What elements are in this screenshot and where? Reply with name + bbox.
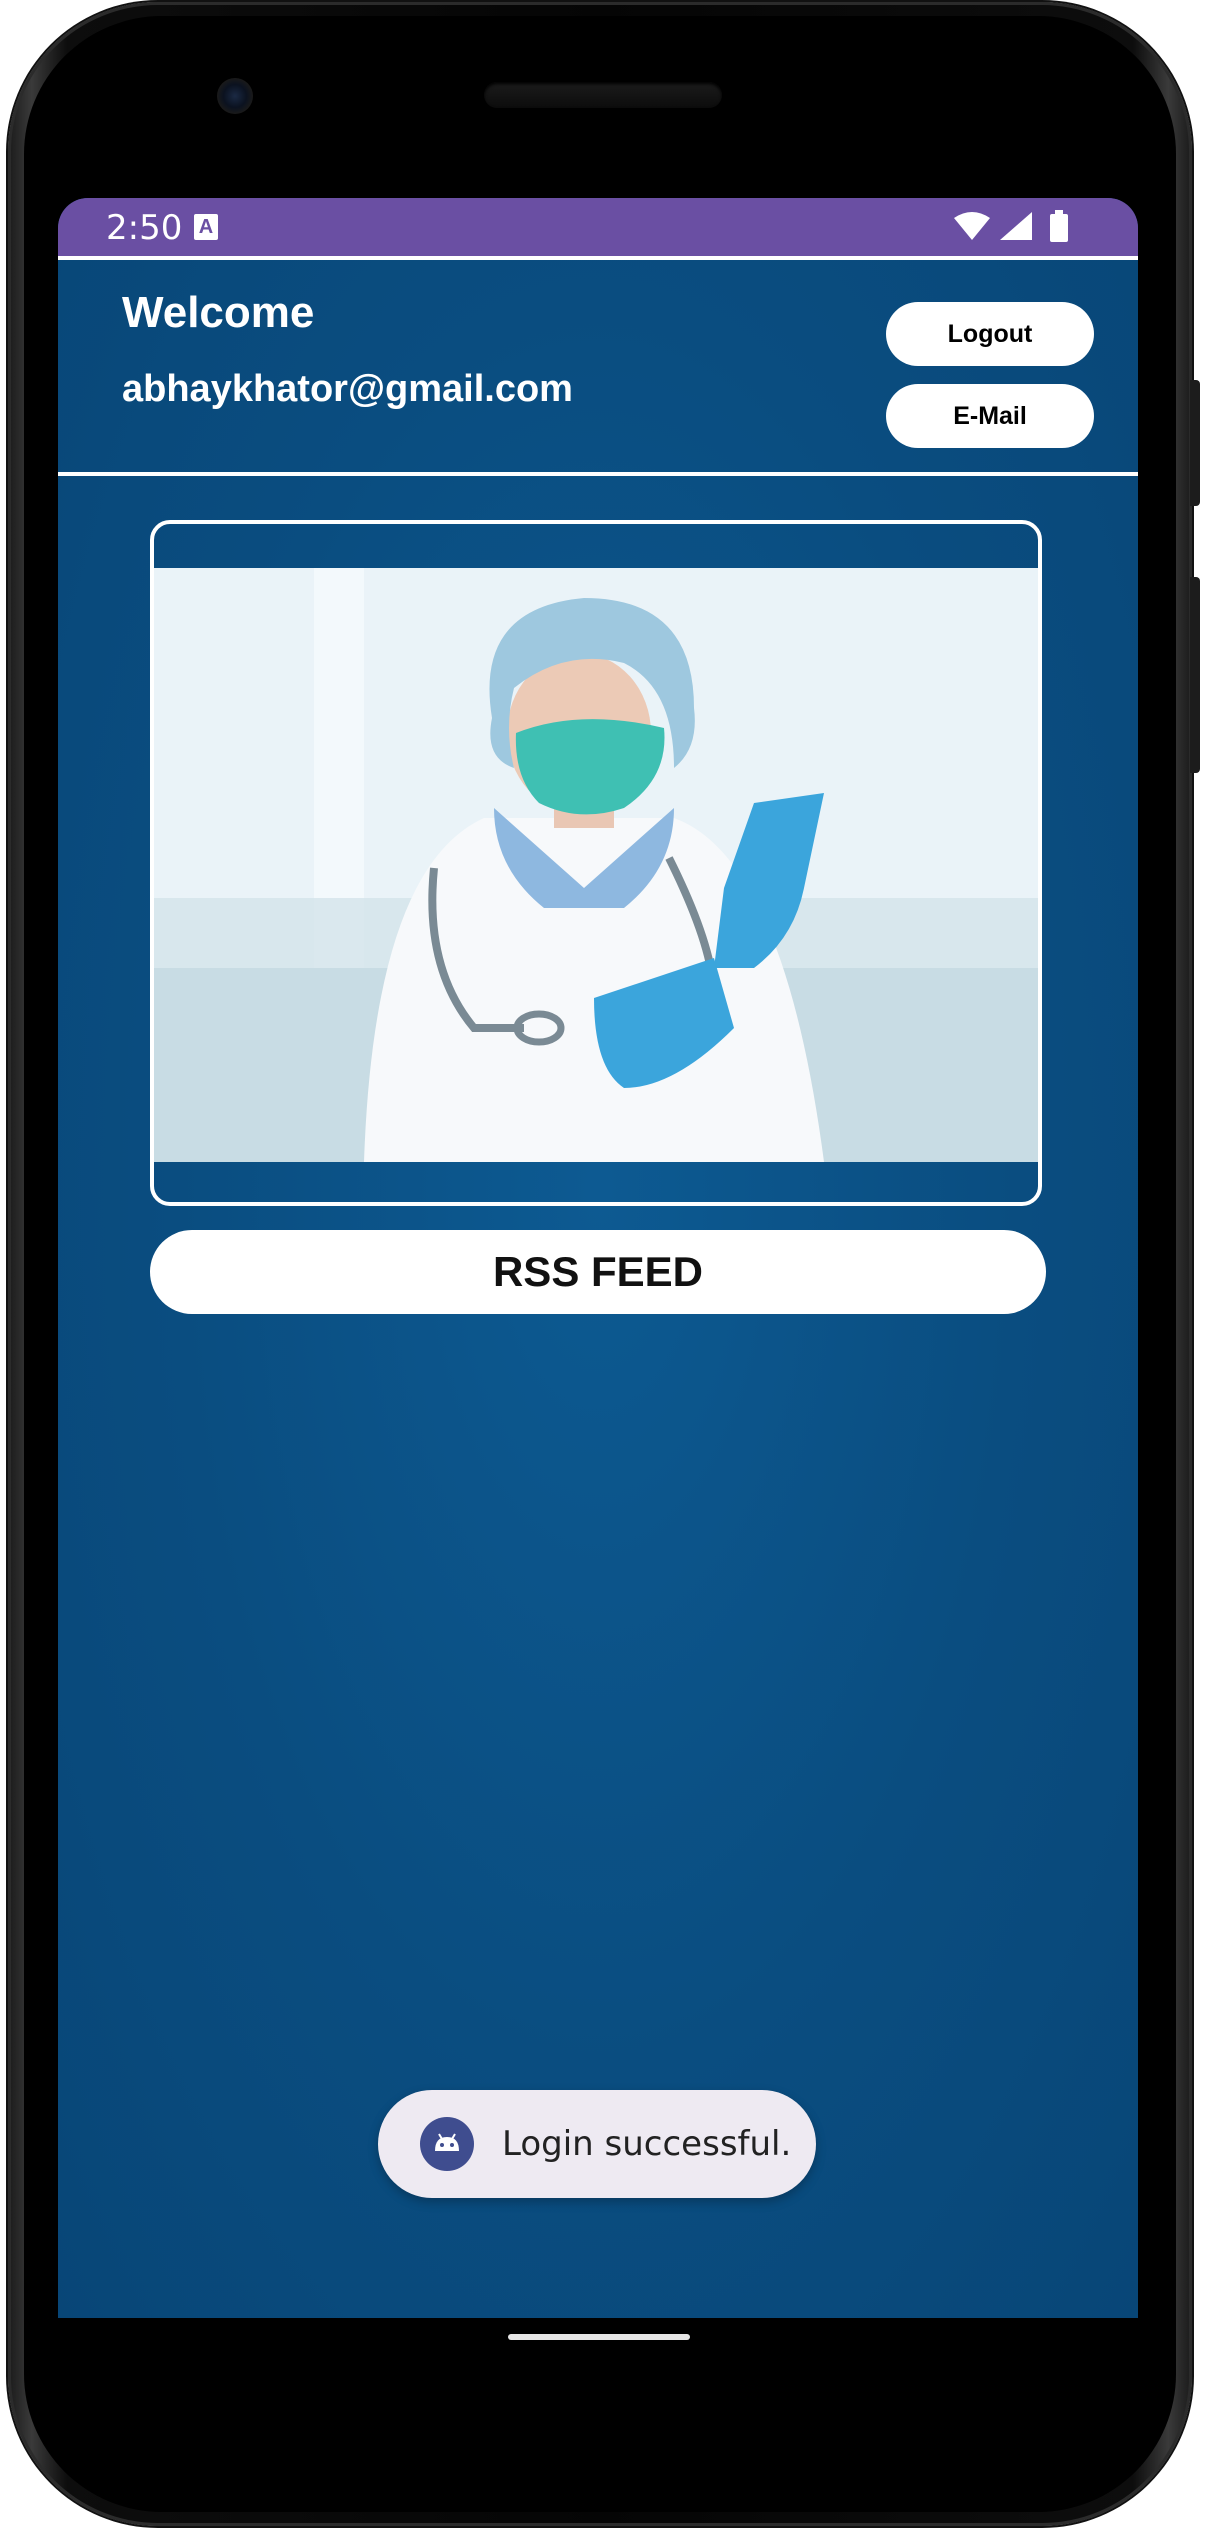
power-button: [1190, 380, 1200, 506]
user-email: abhaykhator@gmail.com: [122, 368, 573, 410]
status-time: 2:50: [106, 208, 183, 248]
volume-button: [1190, 577, 1200, 773]
battery-icon: [1050, 210, 1068, 242]
signal-icon: [1000, 212, 1032, 240]
home-indicator[interactable]: [508, 2334, 690, 2340]
welcome-title: Welcome: [122, 288, 315, 337]
earpiece-speaker: [484, 82, 722, 108]
screen: 2:50 A Welcome abhaykhator@gmail.com Log…: [58, 198, 1138, 2318]
toast-message: Login successful.: [502, 2124, 792, 2164]
app-content: Welcome abhaykhator@gmail.com Logout E-M…: [58, 256, 1138, 2318]
image-card: [150, 520, 1042, 1206]
navigation-bar: [0, 2318, 1206, 2378]
doctor-illustration: [154, 568, 1038, 1162]
android-icon: [420, 2117, 474, 2171]
notification-icon: A: [194, 214, 218, 240]
doctor-photo: [154, 568, 1038, 1162]
wifi-icon: [954, 212, 990, 240]
header: Welcome abhaykhator@gmail.com Logout E-M…: [58, 260, 1138, 476]
rss-feed-button[interactable]: RSS FEED: [150, 1230, 1046, 1314]
status-bar: 2:50 A: [58, 198, 1138, 256]
front-camera: [217, 78, 253, 114]
toast: Login successful.: [378, 2090, 816, 2198]
status-icons: [954, 210, 1068, 242]
email-button[interactable]: E-Mail: [886, 384, 1094, 448]
logout-button[interactable]: Logout: [886, 302, 1094, 366]
